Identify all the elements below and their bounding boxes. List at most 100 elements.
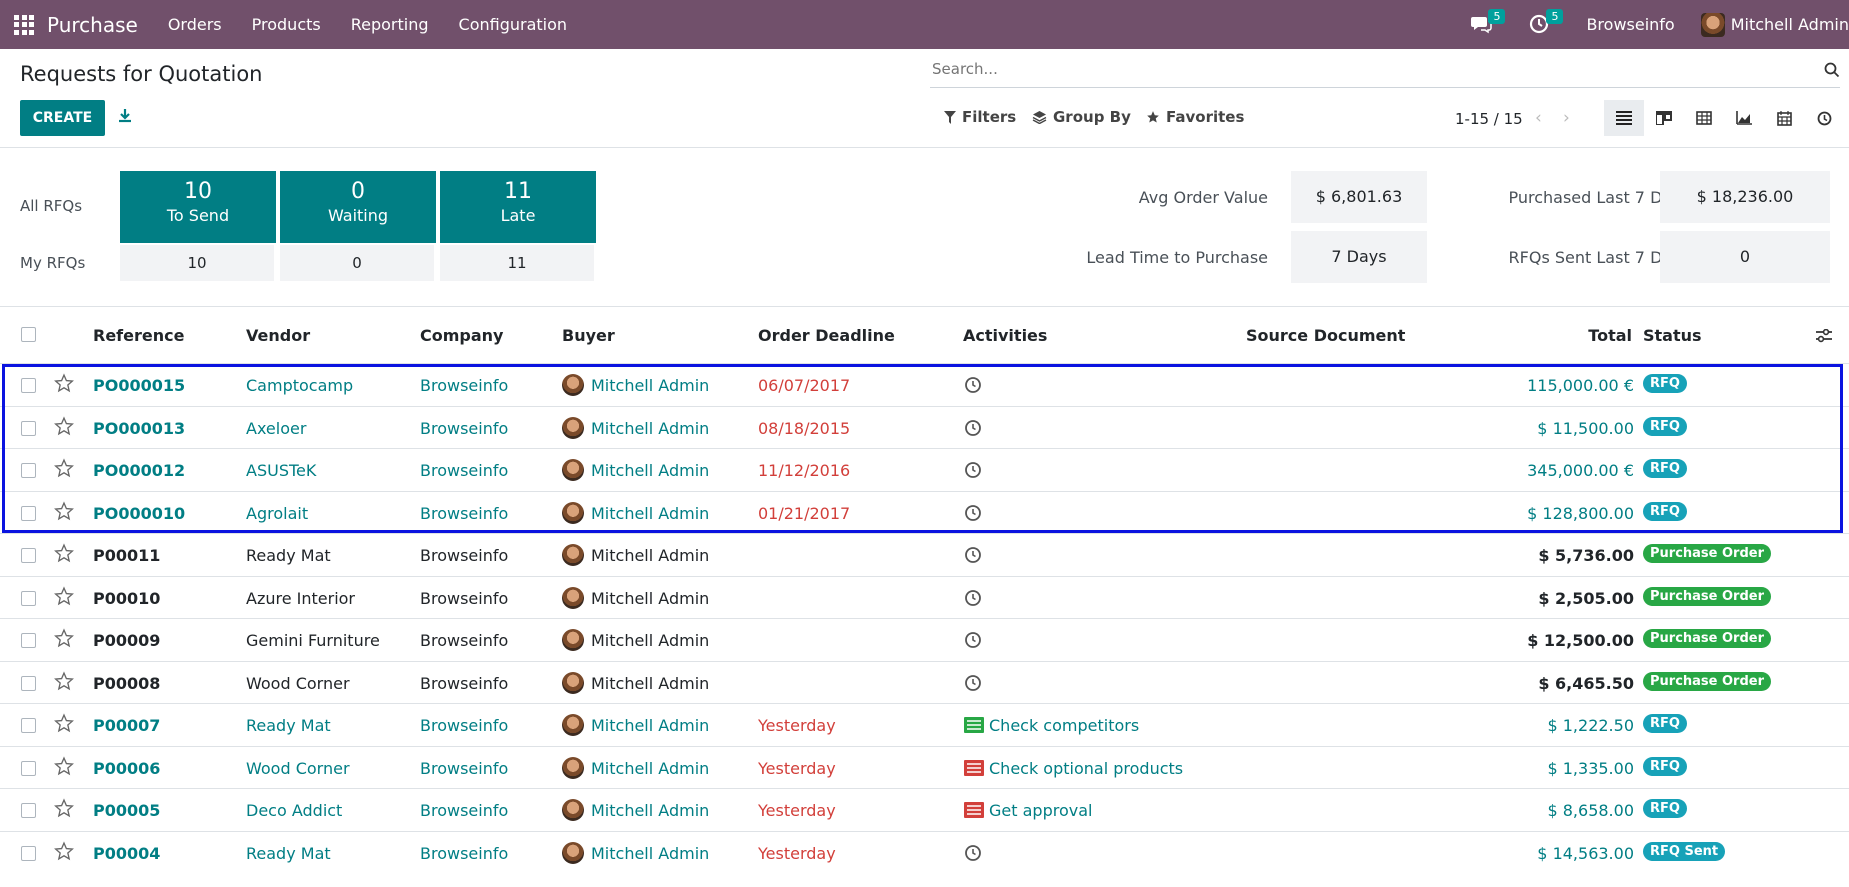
vendor-cell[interactable]: Agrolait xyxy=(246,504,308,523)
vendor-cell[interactable]: Gemini Furniture xyxy=(246,631,380,650)
priority-star-icon[interactable] xyxy=(54,415,74,436)
table-row[interactable]: PO000012 ASUSTeK Browseinfo Mitchell Admin 1… xyxy=(0,448,1849,491)
reference-cell[interactable]: PO000013 xyxy=(93,419,185,438)
vendor-cell[interactable]: Wood Corner xyxy=(246,674,350,693)
priority-star-icon[interactable] xyxy=(54,628,74,648)
create-button[interactable]: CREATE xyxy=(20,100,105,136)
company-cell[interactable]: Browseinfo xyxy=(420,589,508,608)
reference-cell[interactable]: P00004 xyxy=(93,844,160,863)
vendor-cell[interactable]: Axeloer xyxy=(246,419,306,438)
row-checkbox[interactable] xyxy=(21,378,36,393)
reference-cell[interactable]: PO000012 xyxy=(93,461,185,480)
vendor-cell[interactable]: Ready Mat xyxy=(246,546,331,565)
activity-todo-icon[interactable] xyxy=(964,717,984,733)
table-row[interactable]: P00011 Ready Mat Browseinfo Mitchell Admin $… xyxy=(0,533,1849,576)
buyer-cell[interactable]: Mitchell Admin xyxy=(591,504,709,523)
activity-clock-icon[interactable] xyxy=(964,589,982,607)
vendor-cell[interactable]: Camptocamp xyxy=(246,376,353,395)
groupby-button[interactable]: Group By xyxy=(1032,108,1131,126)
table-row[interactable]: P00005 Deco Addict Browseinfo Mitchell Admi… xyxy=(0,788,1849,831)
my-waiting-count[interactable]: 0 xyxy=(280,245,434,281)
pager-value[interactable]: 1-15 / 15 xyxy=(1455,110,1523,128)
table-row[interactable]: PO000010 Agrolait Browseinfo Mitchell Admin… xyxy=(0,490,1849,534)
table-row[interactable]: P00010 Azure Interior Browseinfo Mitchell A… xyxy=(0,575,1849,619)
buyer-cell[interactable]: Mitchell Admin xyxy=(591,716,709,735)
vendor-cell[interactable]: Azure Interior xyxy=(246,589,355,608)
row-checkbox[interactable] xyxy=(21,675,36,691)
calendar-view-icon[interactable] xyxy=(1764,100,1804,136)
table-row[interactable]: P00008 Wood Corner Browseinfo Mitchell Admi… xyxy=(0,660,1849,704)
reference-cell[interactable]: P00007 xyxy=(93,716,160,735)
table-row[interactable]: P00004 Ready Mat Browseinfo Mitchell Admin Y… xyxy=(0,830,1849,874)
buyer-cell[interactable]: Mitchell Admin xyxy=(591,801,709,820)
reference-cell[interactable]: PO000010 xyxy=(93,504,185,523)
tile-waiting[interactable]: 0 Waiting xyxy=(280,171,436,243)
buyer-cell[interactable]: Mitchell Admin xyxy=(591,759,709,778)
activities-clock-icon[interactable]: 5 xyxy=(1528,8,1564,37)
buyer-cell[interactable]: Mitchell Admin xyxy=(591,546,709,565)
company-switcher[interactable]: Browseinfo xyxy=(1586,15,1674,34)
col-company[interactable]: Company xyxy=(420,326,503,345)
activity-clock-icon[interactable] xyxy=(964,461,982,479)
buyer-cell[interactable]: Mitchell Admin xyxy=(591,631,709,650)
table-row[interactable]: PO000015 Camptocamp Browseinfo Mitchell Adm… xyxy=(0,363,1849,406)
col-activities[interactable]: Activities xyxy=(963,326,1047,345)
app-name[interactable]: Purchase xyxy=(47,13,138,37)
reference-cell[interactable]: P00006 xyxy=(93,759,160,778)
buyer-cell[interactable]: Mitchell Admin xyxy=(591,844,709,863)
row-checkbox[interactable] xyxy=(21,760,36,776)
filters-button[interactable]: Filters xyxy=(944,108,1016,126)
row-checkbox[interactable] xyxy=(21,590,36,606)
company-cell[interactable]: Browseinfo xyxy=(420,419,508,438)
vendor-cell[interactable]: Ready Mat xyxy=(246,844,331,863)
company-cell[interactable]: Browseinfo xyxy=(420,674,508,693)
kanban-view-icon[interactable] xyxy=(1644,100,1684,136)
buyer-cell[interactable]: Mitchell Admin xyxy=(591,419,709,438)
priority-star-icon[interactable] xyxy=(54,755,74,776)
col-buyer[interactable]: Buyer xyxy=(562,326,615,345)
row-checkbox[interactable] xyxy=(21,718,36,733)
activity-summary[interactable]: Check optional products xyxy=(989,759,1183,778)
table-row[interactable]: P00007 Ready Mat Browseinfo Mitchell Admin Y… xyxy=(0,703,1849,746)
company-cell[interactable]: Browseinfo xyxy=(420,716,508,735)
table-row[interactable]: PO000013 Axeloer Browseinfo Mitchell Admin 0… xyxy=(0,405,1849,449)
optional-columns-icon[interactable] xyxy=(1816,328,1832,347)
reference-cell[interactable]: P00010 xyxy=(93,589,160,608)
activity-todo-icon[interactable] xyxy=(964,802,984,818)
user-menu[interactable]: Mitchell Admin xyxy=(1700,12,1849,37)
select-all-checkbox[interactable] xyxy=(21,327,36,342)
priority-star-icon[interactable] xyxy=(54,798,74,818)
menu-orders[interactable]: Orders xyxy=(168,15,222,34)
priority-star-icon[interactable] xyxy=(54,458,74,478)
favorites-button[interactable]: Favorites xyxy=(1146,108,1244,126)
company-cell[interactable]: Browseinfo xyxy=(420,631,508,650)
row-checkbox[interactable] xyxy=(21,548,36,563)
pager-previous-icon[interactable]: ‹ xyxy=(1535,108,1542,128)
company-cell[interactable]: Browseinfo xyxy=(420,759,508,778)
company-cell[interactable]: Browseinfo xyxy=(420,801,508,820)
row-checkbox[interactable] xyxy=(21,505,36,521)
priority-star-icon[interactable] xyxy=(54,373,74,393)
row-checkbox[interactable] xyxy=(21,463,36,478)
activity-summary[interactable]: Get approval xyxy=(989,801,1092,820)
activity-view-icon[interactable] xyxy=(1804,100,1844,136)
reference-cell[interactable]: P00005 xyxy=(93,801,160,820)
priority-star-icon[interactable] xyxy=(54,670,74,691)
table-row[interactable]: P00009 Gemini Furniture Browseinfo Mitchell… xyxy=(0,618,1849,661)
download-icon[interactable] xyxy=(118,108,132,129)
activity-summary[interactable]: Check competitors xyxy=(989,716,1139,735)
table-row[interactable]: P00006 Wood Corner Browseinfo Mitchell Admi… xyxy=(0,745,1849,789)
priority-star-icon[interactable] xyxy=(54,500,74,521)
company-cell[interactable]: Browseinfo xyxy=(420,844,508,863)
tile-late[interactable]: 11 Late xyxy=(440,171,596,243)
row-checkbox[interactable] xyxy=(21,420,36,436)
reference-cell[interactable]: P00008 xyxy=(93,674,160,693)
company-cell[interactable]: Browseinfo xyxy=(420,461,508,480)
menu-reporting[interactable]: Reporting xyxy=(351,15,429,34)
my-to-send-count[interactable]: 10 xyxy=(120,245,274,281)
search-input[interactable] xyxy=(930,60,1794,78)
company-cell[interactable]: Browseinfo xyxy=(420,546,508,565)
pivot-view-icon[interactable] xyxy=(1684,100,1724,136)
row-checkbox[interactable] xyxy=(21,803,36,818)
col-status[interactable]: Status xyxy=(1643,326,1702,345)
